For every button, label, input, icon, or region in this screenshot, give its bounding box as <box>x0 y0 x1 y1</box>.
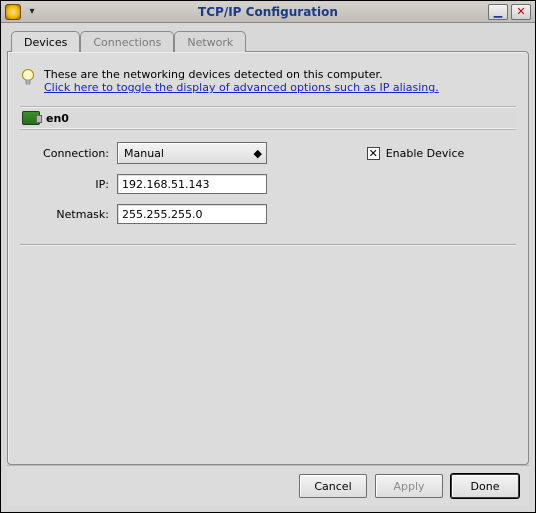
enable-device-checkbox-wrap[interactable]: ✕ Enable Device <box>327 147 465 160</box>
connection-combo[interactable]: Manual ◆ <box>117 142 267 164</box>
ip-field[interactable] <box>117 174 267 194</box>
window-menu-dropdown-icon[interactable]: ▾ <box>25 5 39 19</box>
cancel-button[interactable]: Cancel <box>299 474 367 498</box>
dialog-button-bar: Cancel Apply Done <box>7 465 529 506</box>
tabstrip: Devices Connections Network <box>7 29 529 51</box>
netmask-field[interactable] <box>117 204 267 224</box>
info-text: These are the networking devices detecte… <box>20 68 516 94</box>
ip-label: IP: <box>24 178 109 191</box>
nic-icon <box>22 111 40 125</box>
tab-network[interactable]: Network <box>174 31 246 52</box>
close-button[interactable]: ✕ <box>511 4 531 20</box>
info-line1: These are the networking devices detecte… <box>44 68 383 81</box>
tab-devices[interactable]: Devices <box>11 31 80 52</box>
tab-connections[interactable]: Connections <box>80 31 174 52</box>
device-header: en0 <box>20 106 516 130</box>
enable-device-label: Enable Device <box>386 147 465 160</box>
tcpip-config-window: ▾ TCP/IP Configuration ▁ ✕ Devices Conne… <box>0 0 536 513</box>
enable-device-checkbox[interactable]: ✕ <box>367 147 380 160</box>
titlebar[interactable]: ▾ TCP/IP Configuration ▁ ✕ <box>1 1 535 23</box>
connection-label: Connection: <box>24 147 109 160</box>
lightbulb-icon <box>20 68 36 88</box>
toggle-advanced-link[interactable]: Click here to toggle the display of adva… <box>44 81 439 94</box>
device-form: Connection: Manual ◆ ✕ Enable Device IP:… <box>20 142 516 224</box>
apply-button[interactable]: Apply <box>375 474 443 498</box>
connection-value: Manual <box>124 147 164 160</box>
window-content: Devices Connections Network These are th… <box>1 23 535 512</box>
minimize-button[interactable]: ▁ <box>488 4 508 20</box>
tab-panel-devices: These are the networking devices detecte… <box>7 51 529 465</box>
done-button[interactable]: Done <box>451 474 519 498</box>
device-name: en0 <box>46 112 69 125</box>
window-buttons: ▁ ✕ <box>488 4 531 20</box>
window-title: TCP/IP Configuration <box>1 5 535 19</box>
app-icon[interactable] <box>5 4 21 20</box>
combo-arrow-icon: ◆ <box>254 147 262 160</box>
netmask-label: Netmask: <box>24 208 109 221</box>
